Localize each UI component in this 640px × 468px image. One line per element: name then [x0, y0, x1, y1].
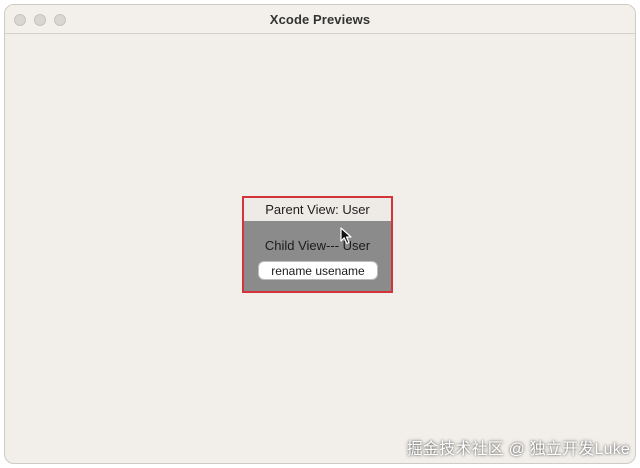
- arrow-cursor-icon: [340, 227, 352, 245]
- rename-username-button[interactable]: rename usename: [258, 261, 378, 280]
- parent-view-label: Parent View: User: [244, 198, 391, 221]
- watermark: 掘金技术社区 @ 独立开发Luke: [406, 441, 630, 458]
- child-view-label: Child View--- User: [264, 238, 371, 253]
- preview-canvas-selection[interactable]: Parent View: User Child View--- User ren…: [242, 196, 393, 293]
- window-title: Xcode Previews: [269, 12, 371, 27]
- window-titlebar: Xcode Previews: [5, 5, 635, 34]
